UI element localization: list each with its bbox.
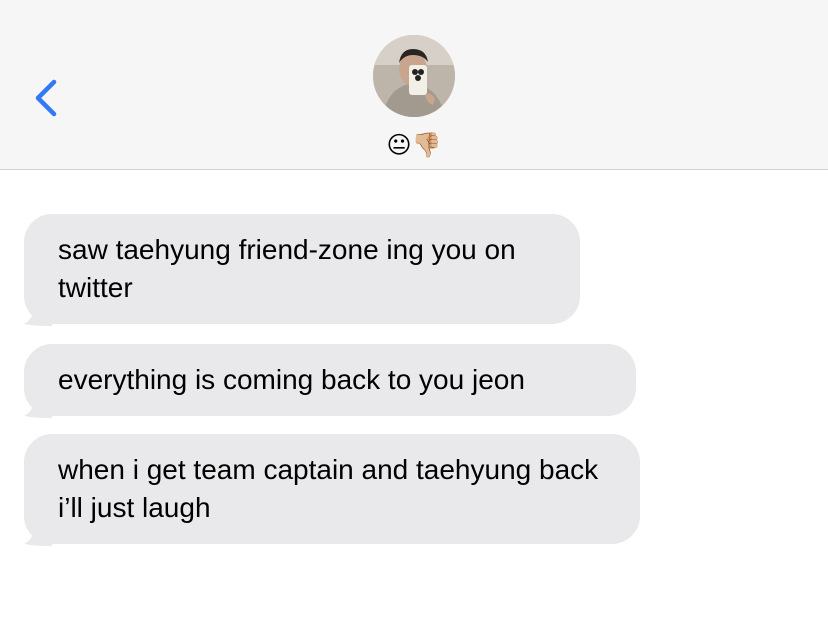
- conversation-header: 😐👎🏼: [0, 0, 828, 170]
- message-text: when i get team captain and taehyung bac…: [58, 454, 599, 523]
- bubble-tail: [24, 388, 52, 418]
- chevron-left-icon: [35, 79, 57, 117]
- back-button[interactable]: [28, 76, 64, 120]
- message-bubble: when i get team captain and taehyung bac…: [24, 434, 640, 544]
- avatar-photo: [373, 35, 455, 117]
- message-bubble-1[interactable]: saw taehyung friend-zone ing you on twit…: [24, 214, 580, 326]
- bubble-tail: [24, 516, 52, 546]
- message-bubble-2[interactable]: everything is coming back to you jeon: [24, 344, 636, 418]
- message-bubble: everything is coming back to you jeon: [24, 344, 636, 416]
- message-text: saw taehyung friend-zone ing you on twit…: [58, 234, 516, 303]
- message-text: everything is coming back to you jeon: [58, 364, 525, 395]
- contact-name[interactable]: 😐👎🏼: [364, 130, 464, 160]
- contact-avatar[interactable]: [373, 35, 455, 117]
- message-thread: saw taehyung friend-zone ing you on twit…: [0, 170, 828, 619]
- bubble-tail: [24, 296, 52, 326]
- message-bubble: saw taehyung friend-zone ing you on twit…: [24, 214, 580, 324]
- message-bubble-3[interactable]: when i get team captain and taehyung bac…: [24, 434, 640, 546]
